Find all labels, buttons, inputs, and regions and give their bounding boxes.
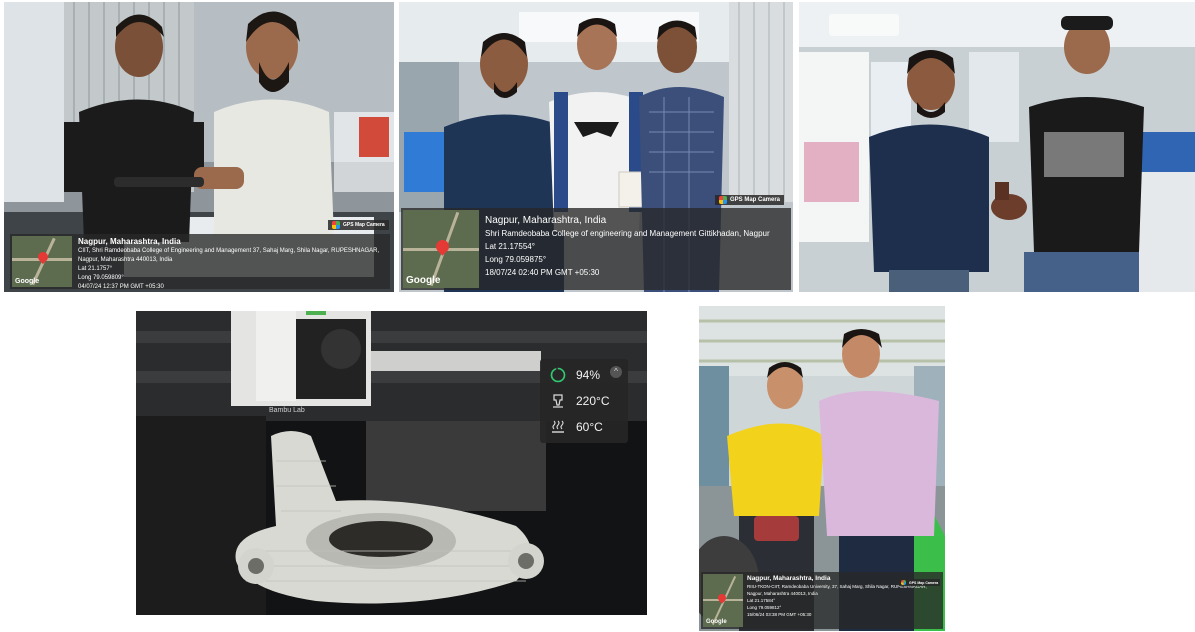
bed-temp-value: 60°C — [576, 420, 603, 434]
gps-location-title: Nagpur, Maharashtra, India — [485, 215, 607, 226]
print-progress-value: 94% — [576, 368, 601, 382]
heated-bed-icon — [552, 420, 564, 433]
gps-longitude: Long 79.059875° — [485, 255, 547, 264]
gps-overlay: Google Nagpur, Maharashtra, India Shri R… — [401, 208, 791, 290]
gps-location-title: Nagpur, Maharashtra, India — [78, 237, 181, 246]
google-logo: Google — [15, 278, 40, 285]
nozzle-temp-row: 220°C — [550, 393, 610, 409]
gps-latitude: Lat 21.1757° — [78, 266, 113, 272]
gps-minimap: Google — [703, 574, 743, 627]
print-progress-row: 94% — [550, 367, 600, 383]
nozzle-icon — [553, 394, 563, 408]
photo-3d-printer-print: Bambu Lab ^ 94% 220°C 60°C — [136, 311, 647, 615]
gps-minimap: Google — [12, 236, 72, 287]
air-conditioner — [829, 14, 899, 36]
gps-latitude: Lat 21.17554° — [485, 242, 535, 251]
gps-map-camera-badge: GPS Map Camera — [899, 579, 941, 586]
bambu-lab-logo: Bambu Lab — [269, 407, 305, 414]
gps-badge-label: GPS Map Camera — [730, 197, 781, 203]
gps-latitude: Lat 21.17584° — [747, 598, 776, 603]
gps-datetime: 15/06/24 03:38 PM GMT +05:30 — [747, 612, 812, 617]
gps-map-camera-badge: GPS Map Camera — [715, 195, 785, 205]
nozzle-temp-value: 220°C — [576, 394, 610, 408]
gps-map-camera-badge: GPS Map Camera — [328, 220, 389, 230]
bed-temp-row: 60°C — [550, 419, 603, 435]
photo-two-men-holding-part-lab: Google Nagpur, Maharashtra, India CIIT, … — [4, 2, 394, 292]
gps-address: Shri Ramdeobaba College of engineering a… — [485, 229, 770, 238]
google-logo: Google — [706, 619, 727, 625]
photo-two-men-holding-bronze-part — [799, 2, 1195, 292]
gps-badge-label: GPS Map Camera — [909, 580, 939, 585]
gps-overlay: Google Nagpur, Maharashtra, India CIIT, … — [10, 234, 390, 290]
gps-map-camera-icon — [901, 580, 906, 585]
gps-minimap: Google — [403, 210, 479, 288]
chevron-up-icon[interactable]: ^ — [610, 366, 622, 378]
printer-status-panel: ^ 94% 220°C 60°C — [540, 359, 628, 443]
progress-ring-icon — [550, 367, 566, 383]
gps-map-camera-icon — [332, 221, 340, 229]
gps-longitude: Long 79.059812° — [747, 605, 782, 610]
gps-address: CIIT, Shri Ramdeobaba College of Enginee… — [78, 248, 380, 263]
gps-datetime: 04/07/24 12:37 PM GMT +05:30 — [78, 284, 164, 290]
gps-badge-label: GPS Map Camera — [343, 222, 385, 228]
printer-chamber-illustration — [136, 311, 647, 615]
photo-three-men-holding-box: Google Nagpur, Maharashtra, India Shri R… — [399, 2, 793, 292]
google-logo: Google — [406, 275, 441, 286]
photo-two-men-corridor: Google Nagpur, Maharashtra, India RIIU-T… — [699, 306, 945, 631]
gps-datetime: 18/07/24 02:40 PM GMT +05:30 — [485, 268, 600, 277]
gps-map-camera-icon — [719, 196, 727, 204]
lab-posters-scene-illustration — [799, 2, 1195, 292]
gps-longitude: Long 79.059809° — [78, 275, 124, 281]
